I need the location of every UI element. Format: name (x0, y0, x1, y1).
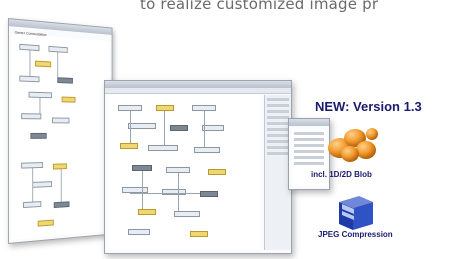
headline: to realize customized image pr (140, 0, 379, 13)
operator-node[interactable] (128, 123, 156, 129)
operator-node[interactable] (19, 75, 40, 83)
window-titlebar[interactable] (105, 81, 291, 88)
connection-line (164, 111, 165, 145)
connection-line (130, 193, 200, 194)
blob-orange-icon (328, 128, 378, 162)
properties-panel (264, 95, 291, 250)
operator-node[interactable] (162, 189, 186, 195)
back-design-window: Gener Computation (8, 18, 113, 244)
operator-node[interactable] (194, 147, 220, 153)
connection-line (57, 52, 59, 78)
operator-node[interactable] (34, 60, 52, 68)
connection-line (32, 168, 34, 202)
operator-node[interactable] (57, 77, 73, 84)
operator-node[interactable] (32, 181, 53, 188)
blob-caption: incl. 1D/2D Blob (311, 170, 372, 179)
operator-node[interactable] (23, 201, 42, 209)
connection-line (29, 50, 31, 77)
design-canvas[interactable] (108, 95, 261, 250)
operator-node[interactable] (120, 143, 138, 149)
operator-node[interactable] (174, 211, 200, 217)
connection-line (204, 111, 205, 147)
operator-node[interactable] (37, 219, 54, 227)
operator-node[interactable] (61, 96, 76, 103)
operator-node[interactable] (190, 231, 208, 237)
operator-node[interactable] (21, 113, 42, 120)
design-canvas[interactable] (11, 33, 110, 240)
operator-node[interactable] (202, 125, 224, 131)
window-toolbar[interactable] (105, 88, 291, 94)
connection-line (39, 97, 41, 114)
operator-node[interactable] (148, 145, 178, 151)
operator-node[interactable] (30, 132, 47, 139)
jpeg-caption: JPEG Compression (318, 230, 393, 239)
operator-node[interactable] (128, 229, 150, 235)
operator-node[interactable] (156, 105, 174, 111)
operator-node[interactable] (200, 191, 218, 197)
operator-node[interactable] (208, 169, 226, 175)
operator-node[interactable] (52, 117, 70, 124)
connection-line (130, 111, 131, 143)
middle-design-window (104, 80, 292, 254)
new-version-badge: NEW: Version 1.3 (315, 99, 422, 114)
operator-node[interactable] (170, 125, 188, 131)
operator-node[interactable] (138, 209, 156, 215)
jpeg-cube-icon (339, 196, 373, 230)
connection-line (142, 171, 143, 209)
operator-node[interactable] (53, 201, 70, 209)
connection-line (60, 169, 62, 202)
connection-line (178, 173, 179, 211)
